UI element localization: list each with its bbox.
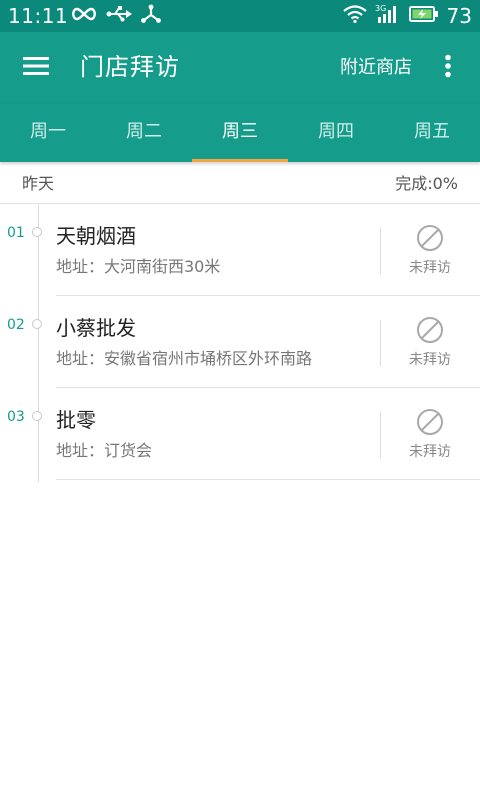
tab-indicator (192, 159, 288, 162)
item-index: 03 (7, 409, 25, 425)
tab-label: 周五 (414, 121, 450, 142)
not-visited-icon (396, 408, 464, 440)
usb-icon (106, 5, 132, 27)
list-item[interactable]: 01 天朝烟酒 地址：大河南街西30米 未拜访 (0, 204, 480, 296)
battery-level: 73 (446, 4, 472, 28)
store-address: 地址：订货会 (56, 441, 153, 460)
share-icon (140, 4, 162, 28)
list-item[interactable]: 03 批零 地址：订货会 未拜访 (0, 388, 480, 480)
more-vert-icon (444, 54, 452, 82)
page-title: 门店拜访 (80, 53, 180, 81)
visit-status: 未拜访 (396, 408, 464, 464)
tab-label: 周三 (222, 121, 258, 142)
tab-label: 周二 (126, 121, 162, 142)
timeline-dot (32, 319, 42, 329)
tab-label: 周一 (30, 121, 66, 142)
tab-monday[interactable]: 周一 (0, 104, 96, 162)
screen: 11:11 3G 73 门店拜访 附近商店 周一 周二 周三 周四 周五 昨天 … (0, 0, 480, 800)
timeline-dot (32, 227, 42, 237)
item-index: 02 (7, 317, 25, 333)
visit-status-label: 未拜访 (409, 352, 451, 368)
status-left-icons (70, 4, 162, 28)
divider (56, 479, 480, 480)
store-address: 地址：安徽省宿州市埇桥区外环南路 (56, 349, 313, 368)
status-bar: 11:11 3G 73 (0, 0, 480, 32)
tab-friday[interactable]: 周五 (384, 104, 480, 162)
menu-button[interactable] (14, 46, 58, 90)
tab-thursday[interactable]: 周四 (288, 104, 384, 162)
wifi-icon (342, 5, 367, 27)
overflow-menu-button[interactable] (432, 46, 464, 90)
infinity-icon (70, 6, 98, 26)
tab-label: 周四 (318, 121, 354, 142)
store-name: 批零 (56, 408, 96, 432)
visit-status: 未拜访 (396, 224, 464, 280)
visit-status-label: 未拜访 (409, 260, 451, 276)
not-visited-icon (396, 316, 464, 348)
visit-list: 01 天朝烟酒 地址：大河南街西30米 未拜访 02 小蔡批发 地址：安徽省宿州… (0, 204, 480, 482)
visit-status-label: 未拜访 (409, 444, 451, 460)
divider (380, 412, 381, 458)
summary-day: 昨天 (22, 174, 55, 193)
item-index: 01 (7, 225, 25, 241)
status-time: 11:11 (8, 4, 69, 28)
list-item[interactable]: 02 小蔡批发 地址：安徽省宿州市埇桥区外环南路 未拜访 (0, 296, 480, 388)
status-right-icons: 3G 73 (342, 4, 472, 28)
nearby-stores-button[interactable]: 附近商店 (340, 54, 412, 82)
divider (380, 228, 381, 274)
store-name: 小蔡批发 (56, 316, 136, 340)
battery-charging-icon (408, 6, 439, 26)
not-visited-icon (396, 224, 464, 256)
timeline-dot (32, 411, 42, 421)
summary-row: 昨天 完成:0% (0, 164, 480, 204)
menu-icon (23, 56, 49, 80)
tab-tuesday[interactable]: 周二 (96, 104, 192, 162)
divider (380, 320, 381, 366)
weekday-tabs: 周一 周二 周三 周四 周五 (0, 104, 480, 162)
svg-text:3G: 3G (375, 4, 386, 13)
store-name: 天朝烟酒 (56, 224, 136, 248)
app-bar: 门店拜访 附近商店 (0, 32, 480, 104)
visit-status: 未拜访 (396, 316, 464, 372)
signal-3g-icon: 3G (375, 4, 401, 28)
store-address: 地址：大河南街西30米 (56, 257, 221, 276)
tab-wednesday[interactable]: 周三 (192, 104, 288, 162)
completion-rate: 完成:0% (395, 174, 458, 193)
